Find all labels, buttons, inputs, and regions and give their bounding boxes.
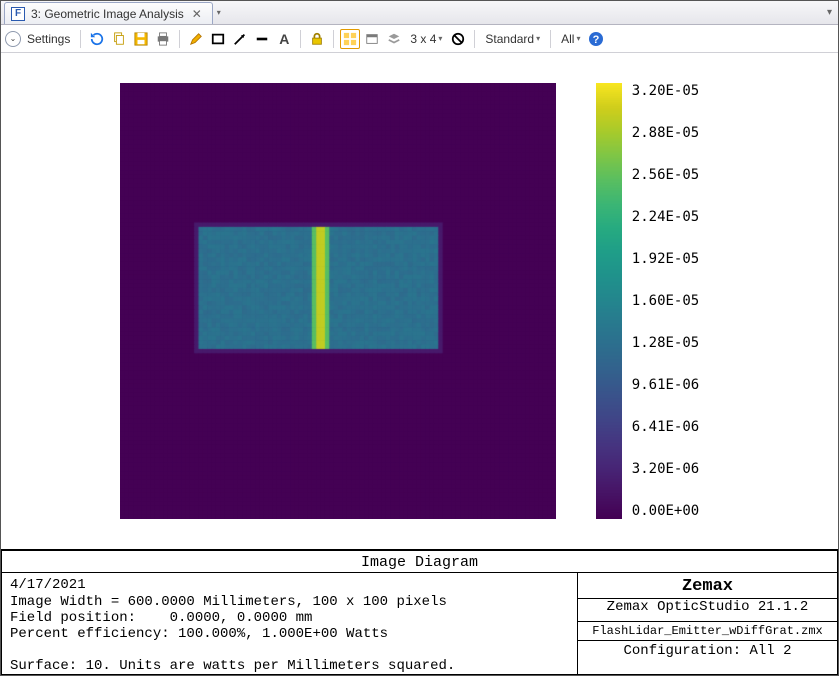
toolbar-separator [474, 30, 475, 48]
colorbar-tick: 1.28E-05 [632, 335, 699, 351]
configuration-label: Configuration: All 2 [578, 641, 837, 661]
colorbar-tick: 0.00E+00 [632, 503, 699, 519]
colorbar-tick: 1.92E-05 [632, 251, 699, 267]
pencil-icon[interactable] [186, 29, 206, 49]
stack-icon[interactable] [384, 29, 404, 49]
window-menu-icon[interactable]: ▾ [827, 7, 832, 18]
tab-geometric-image-analysis[interactable]: F 3: Geometric Image Analysis ✕ [4, 2, 213, 24]
copy-icon[interactable] [109, 29, 129, 49]
toolbar-separator [80, 30, 81, 48]
settings-expand-icon[interactable]: ⌄ [5, 31, 21, 47]
grid-size-button[interactable]: 3 x 4 ▾ [406, 32, 446, 46]
arrow-tool-icon[interactable] [230, 29, 250, 49]
standard-label: Standard [485, 32, 534, 46]
grid-layout-icon[interactable] [340, 29, 360, 49]
no-entry-icon[interactable] [448, 29, 468, 49]
chevron-down-icon: ▾ [536, 34, 540, 43]
colorbar: 3.20E-05 2.88E-05 2.56E-05 2.24E-05 1.92E-05… [596, 83, 699, 519]
chevron-down-icon: ▾ [576, 34, 580, 43]
all-dropdown[interactable]: All ▾ [557, 32, 584, 46]
filename-label: FlashLidar_Emitter_wDiffGrat.zmx [578, 622, 837, 641]
close-icon[interactable]: ✕ [190, 7, 204, 21]
colorbar-tick: 1.60E-05 [632, 293, 699, 309]
print-icon[interactable] [153, 29, 173, 49]
svg-text:?: ? [593, 34, 600, 46]
toolbar-separator [179, 30, 180, 48]
colorbar-ticks: 3.20E-05 2.88E-05 2.56E-05 2.24E-05 1.92E-05… [632, 83, 699, 519]
all-label: All [561, 32, 574, 46]
refresh-icon[interactable] [87, 29, 107, 49]
toolbar-separator [550, 30, 551, 48]
help-icon[interactable]: ? [586, 29, 606, 49]
app-icon: F [11, 7, 25, 21]
tab-dropdown-icon[interactable]: ▾ [217, 8, 221, 17]
toolbar-separator [300, 30, 301, 48]
colorbar-tick: 2.56E-05 [632, 167, 699, 183]
lock-icon[interactable] [307, 29, 327, 49]
rectangle-tool-icon[interactable] [208, 29, 228, 49]
diagram-title: Image Diagram [1, 551, 838, 573]
analysis-canvas-area: 3.20E-05 2.88E-05 2.56E-05 2.24E-05 1.92E-05… [1, 53, 838, 549]
footer-info: Image Diagram 4/17/2021 Image Width = 60… [1, 549, 838, 675]
colorbar-tick: 6.41E-06 [632, 419, 699, 435]
grid-size-label: 3 x 4 [410, 32, 436, 46]
line-tool-icon[interactable] [252, 29, 272, 49]
toolbar: ⌄ Settings A 3 x 4 ▾ [1, 25, 838, 53]
image-analysis-plot[interactable] [120, 83, 556, 519]
standard-dropdown[interactable]: Standard ▾ [481, 32, 544, 46]
settings-button[interactable]: Settings [23, 32, 74, 46]
text-tool-icon[interactable]: A [274, 29, 294, 49]
save-icon[interactable] [131, 29, 151, 49]
colorbar-tick: 3.20E-05 [632, 83, 699, 99]
window-tabbar: F 3: Geometric Image Analysis ✕ ▾ ▾ [1, 1, 838, 25]
version-label: Zemax OpticStudio 21.1.2 [578, 599, 837, 622]
colorbar-tick: 9.61E-06 [632, 377, 699, 393]
brand-label: Zemax [578, 573, 837, 599]
colorbar-tick: 2.24E-05 [632, 209, 699, 225]
chevron-down-icon: ▾ [438, 34, 442, 43]
toolbar-separator [333, 30, 334, 48]
colorbar-tick: 3.20E-06 [632, 461, 699, 477]
window-icon[interactable] [362, 29, 382, 49]
tab-title: 3: Geometric Image Analysis [31, 7, 184, 21]
colorbar-tick: 2.88E-05 [632, 125, 699, 141]
footer-left-text: 4/17/2021 Image Width = 600.0000 Millime… [2, 573, 577, 674]
